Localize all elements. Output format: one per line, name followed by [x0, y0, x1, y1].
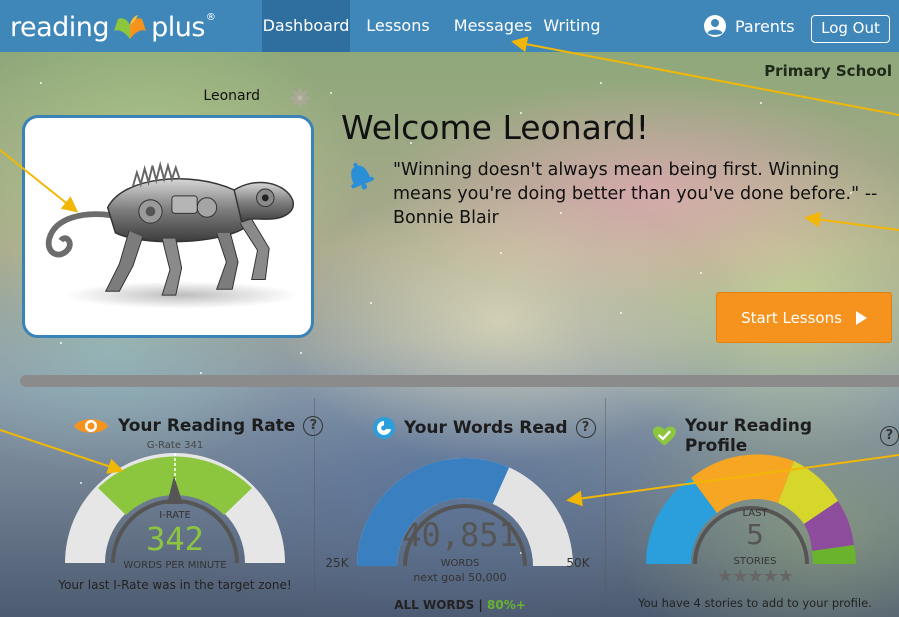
logout-button[interactable]: Log Out [811, 15, 890, 43]
widget-separator-1 [314, 398, 315, 613]
start-lessons-label: Start Lessons [741, 308, 842, 327]
words-filter-label: ALL WORDS | [394, 598, 487, 612]
section-divider [20, 375, 899, 387]
reading-rate-caption: Your last I-Rate was in the target zone! [58, 578, 292, 592]
robot-chameleon-image [45, 160, 299, 309]
reading-rate-title-text: Your Reading Rate [118, 416, 296, 436]
parents-label: Parents [735, 16, 795, 36]
words-unit-label: WORDS [440, 558, 480, 569]
avatar-picture[interactable] [22, 115, 314, 338]
words-read-title-text: Your Words Read [404, 418, 568, 438]
g-rate-label: G-Rate 341 [146, 440, 204, 451]
nav-messages[interactable]: Messages [448, 0, 538, 52]
widget-separator-2 [605, 398, 606, 613]
words-read-gauge [357, 458, 573, 567]
parents-link[interactable]: Parents [703, 0, 795, 52]
next-goal-label: next goal 50,000 [413, 571, 507, 584]
nav-dashboard[interactable]: Dashboard [262, 0, 350, 52]
profile-story-count: 5 [746, 518, 764, 551]
nav-lessons[interactable]: Lessons [362, 0, 434, 52]
eye-icon [74, 419, 108, 433]
words-filter-percent: 80%+ [487, 598, 526, 612]
reading-plus-logo[interactable]: reading plus ® [10, 11, 216, 43]
words-per-minute-label: WORDS PER MINUTE [123, 560, 227, 571]
gear-icon[interactable] [290, 88, 310, 108]
words-read-value: 40,851 [402, 516, 518, 554]
words-max-label: 50K [566, 556, 590, 570]
top-nav: reading plus ® Dashboard Lessons Message… [0, 0, 899, 52]
school-name: Primary School [764, 62, 892, 80]
words-min-label: 25K [325, 556, 349, 570]
words-read-icon [373, 417, 395, 439]
words-read-help-icon[interactable]: ? [575, 418, 596, 438]
words-read-title[interactable]: Your Words Read ? [372, 416, 596, 440]
reading-profile-caption: You have 4 stories to add to your profil… [638, 596, 872, 610]
play-icon [855, 310, 867, 325]
welcome-heading: Welcome Leonard! [341, 108, 650, 147]
words-filter[interactable]: ALL WORDS | 80%+ [380, 598, 540, 612]
logo-trademark: ® [205, 12, 216, 23]
i-rate-value: 342 [146, 520, 204, 558]
profile-star-rating: ★★★★★ [717, 566, 794, 587]
heart-check-icon [652, 426, 676, 446]
reading-rate-title[interactable]: Your Reading Rate ? [72, 416, 324, 436]
reading-profile-help-icon[interactable]: ? [879, 426, 899, 446]
logo-text-right: plus [151, 11, 205, 43]
nav-writing[interactable]: Writing [542, 0, 602, 52]
daily-quote: "Winning doesn't always mean being first… [393, 160, 878, 228]
parents-user-icon [704, 15, 726, 37]
student-name: Leonard [203, 88, 260, 104]
start-lessons-button[interactable]: Start Lessons [716, 292, 892, 343]
bell-icon [351, 162, 374, 190]
book-logo-icon [114, 15, 147, 39]
logo-text-left: reading [10, 11, 110, 43]
